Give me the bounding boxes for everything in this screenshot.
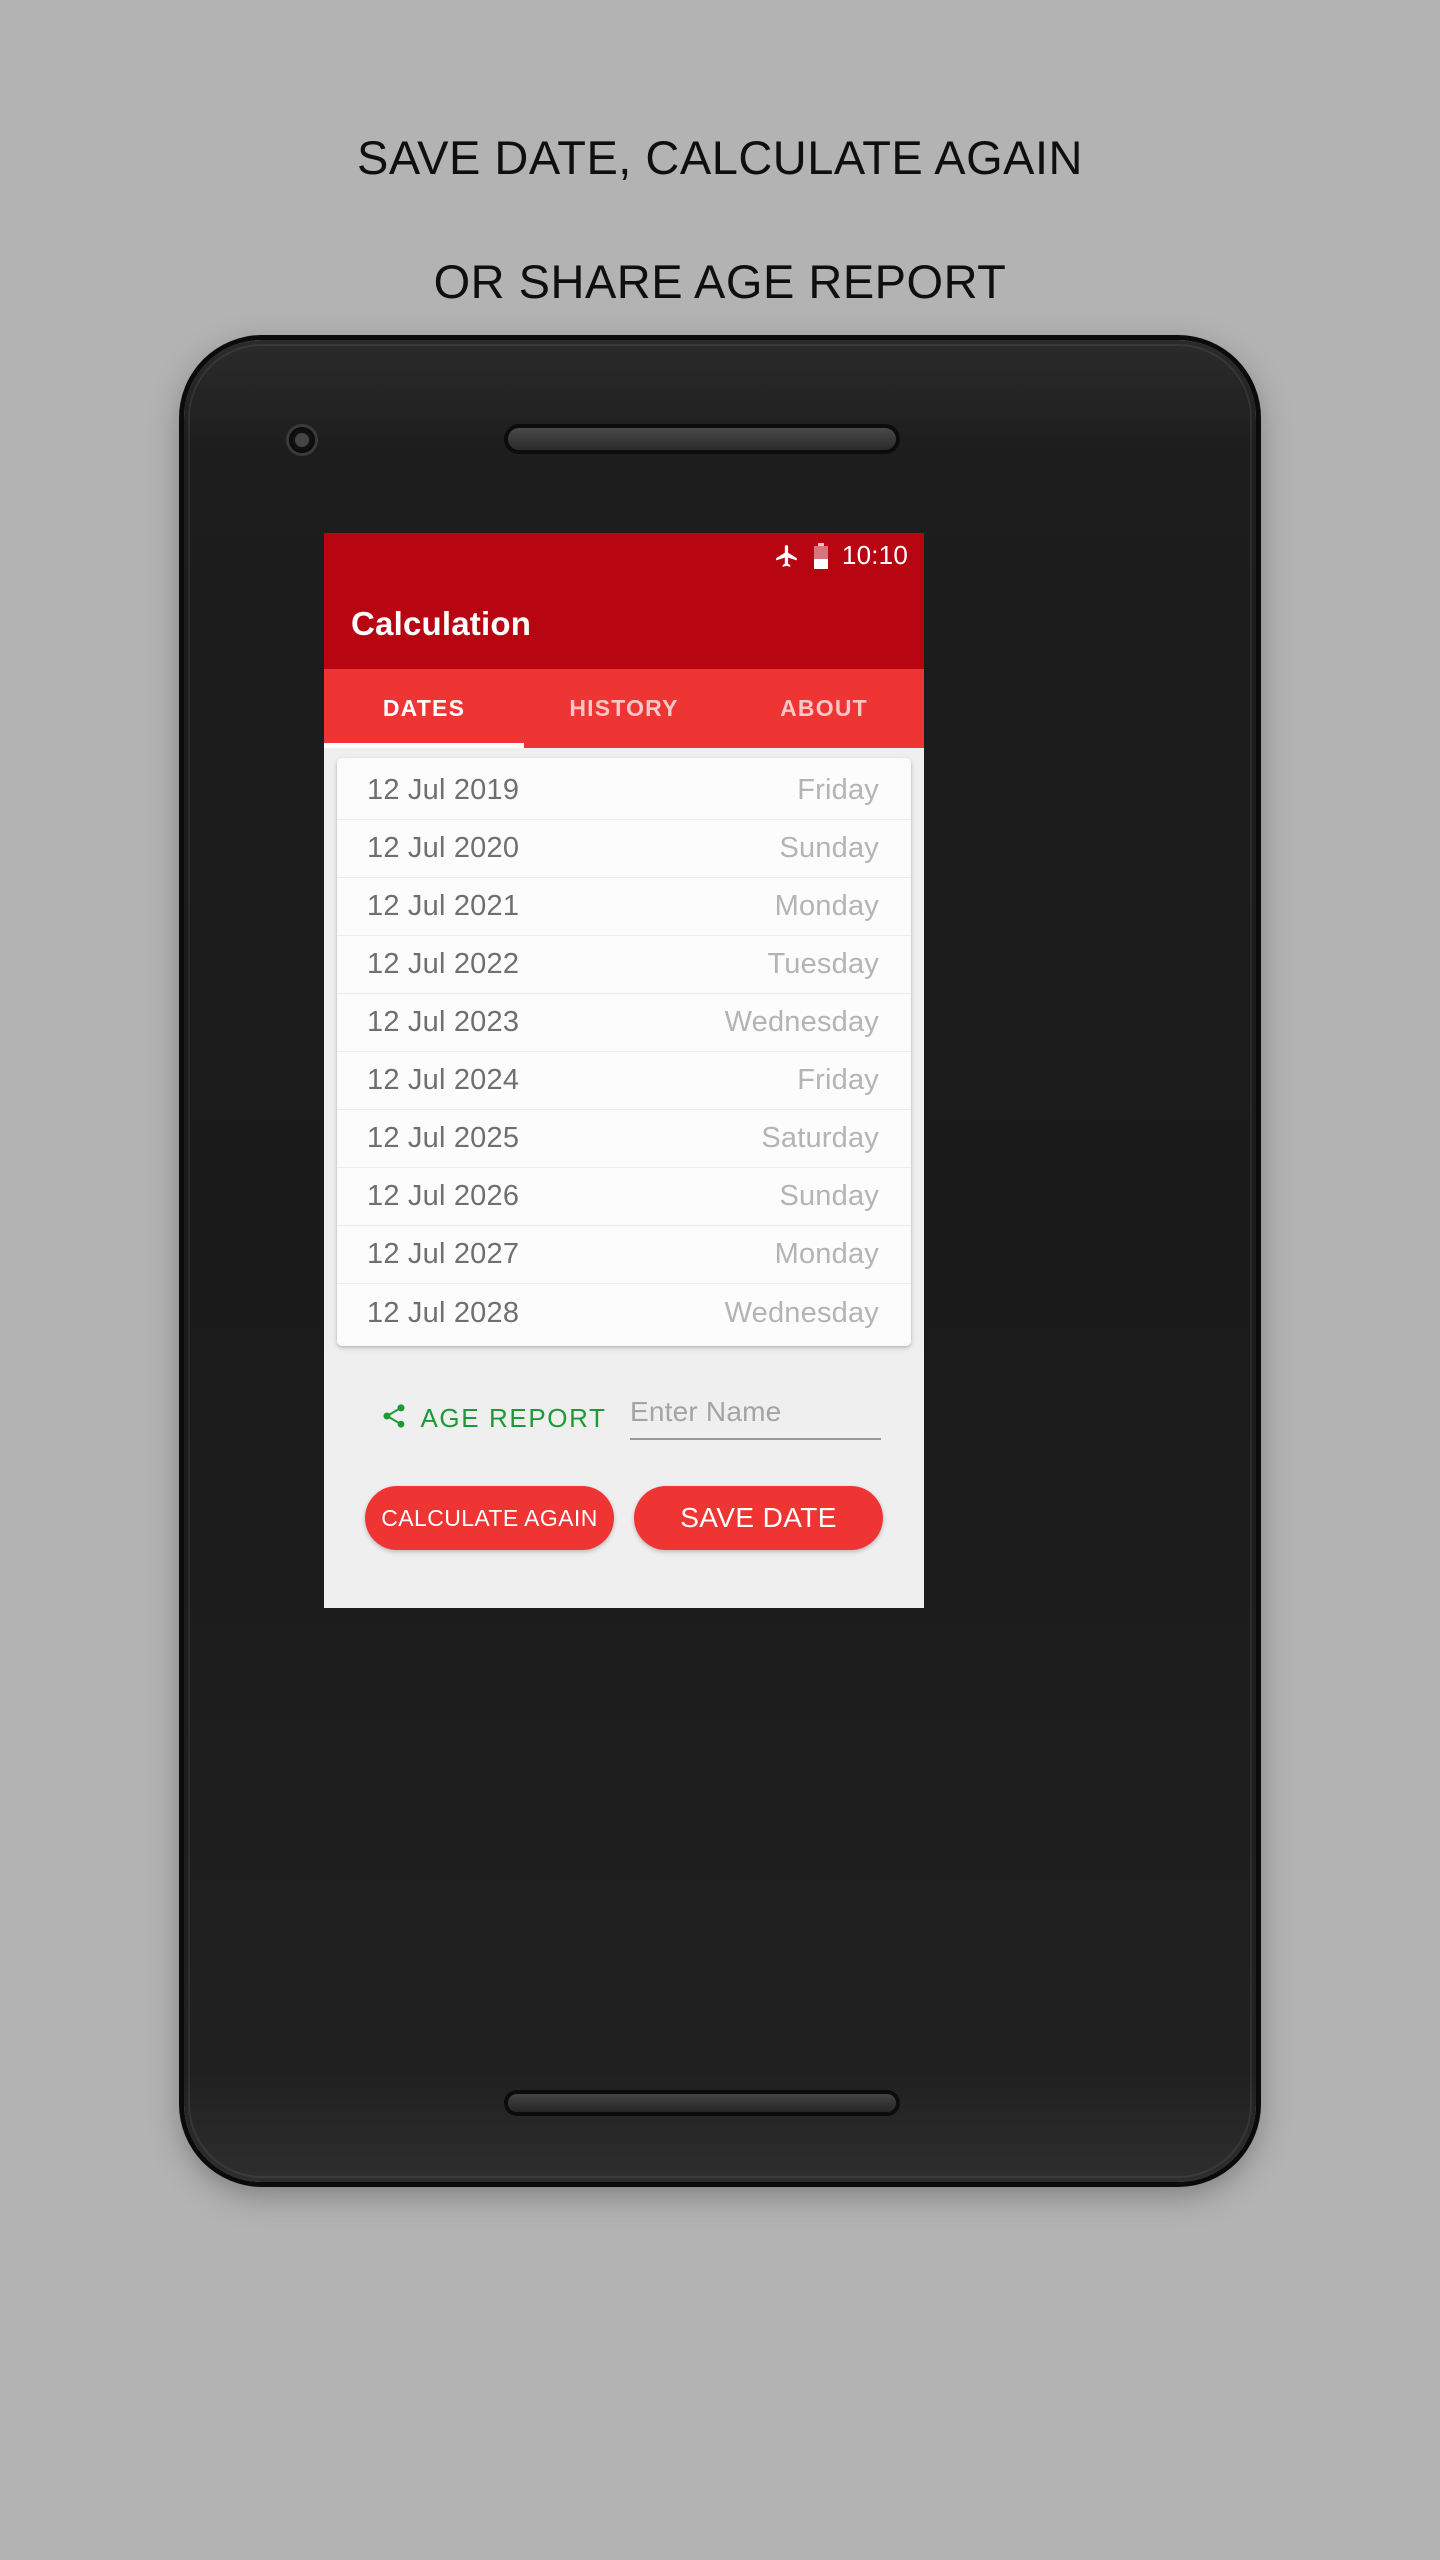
home-button-bar	[508, 2094, 896, 2112]
row-day: Friday	[797, 774, 879, 806]
headline-line-1: SAVE DATE, CALCULATE AGAIN	[356, 131, 1084, 184]
page-title: Calculation	[351, 605, 532, 642]
button-row: CALCULATE AGAIN SAVE DATE	[337, 1454, 911, 1550]
phone-screen: 10:10 Calculation DATES HISTORY ABOUT 12…	[324, 533, 924, 1608]
row-day: Monday	[774, 890, 879, 922]
row-date: 12 Jul 2020	[367, 832, 520, 864]
table-row[interactable]: 12 Jul 2021 Monday	[337, 878, 911, 936]
battery-icon	[813, 543, 829, 569]
row-date: 12 Jul 2025	[367, 1122, 520, 1154]
front-camera-icon	[286, 424, 318, 456]
row-date: 12 Jul 2027	[367, 1238, 520, 1270]
name-field-wrapper	[630, 1396, 881, 1440]
screenshot-root: SAVE DATE, CALCULATE AGAIN OR SHARE AGE …	[0, 0, 1440, 2560]
headline-line-2: OR SHARE AGE REPORT	[433, 255, 1007, 308]
table-row[interactable]: 12 Jul 2026 Sunday	[337, 1168, 911, 1226]
age-report-label: AGE REPORT	[420, 1402, 607, 1433]
save-date-button[interactable]: SAVE DATE	[634, 1486, 883, 1550]
name-input[interactable]	[630, 1396, 881, 1428]
tab-about[interactable]: ABOUT	[724, 669, 924, 748]
tab-bar: DATES HISTORY ABOUT	[324, 669, 924, 748]
table-row[interactable]: 12 Jul 2025 Saturday	[337, 1110, 911, 1168]
table-row[interactable]: 12 Jul 2023 Wednesday	[337, 994, 911, 1052]
row-day: Monday	[774, 1238, 879, 1270]
table-row[interactable]: 12 Jul 2028 Wednesday	[337, 1284, 911, 1342]
table-row[interactable]: 12 Jul 2019 Friday	[337, 762, 911, 820]
row-date: 12 Jul 2021	[367, 890, 520, 922]
status-bar-clock: 10:10	[841, 540, 908, 570]
date-list-card: 12 Jul 2019 Friday 12 Jul 2020 Sunday 12…	[337, 758, 911, 1346]
row-date: 12 Jul 2026	[367, 1180, 520, 1212]
row-day: Sunday	[779, 1180, 879, 1212]
row-date: 12 Jul 2019	[367, 774, 520, 806]
row-day: Wednesday	[724, 1296, 879, 1329]
row-day: Friday	[797, 1064, 879, 1096]
earpiece-speaker	[508, 428, 896, 450]
airplane-icon	[774, 543, 800, 569]
phone-mockup: 10:10 Calculation DATES HISTORY ABOUT 12…	[184, 340, 1256, 2182]
share-icon	[380, 1402, 408, 1435]
table-row[interactable]: 12 Jul 2022 Tuesday	[337, 936, 911, 994]
status-bar: 10:10	[324, 533, 924, 579]
row-date: 12 Jul 2022	[367, 948, 520, 980]
calculate-again-button[interactable]: CALCULATE AGAIN	[365, 1486, 614, 1550]
tab-content-dates: 12 Jul 2019 Friday 12 Jul 2020 Sunday 12…	[324, 748, 924, 1608]
table-row[interactable]: 12 Jul 2027 Monday	[337, 1226, 911, 1284]
tab-dates[interactable]: DATES	[324, 669, 524, 748]
row-date: 12 Jul 2028	[367, 1296, 520, 1329]
row-date: 12 Jul 2023	[367, 1006, 520, 1038]
row-day: Saturday	[761, 1122, 879, 1154]
action-row: AGE REPORT	[337, 1346, 911, 1454]
table-row[interactable]: 12 Jul 2020 Sunday	[337, 820, 911, 878]
age-report-share-button[interactable]: AGE REPORT	[363, 1402, 624, 1435]
tab-history[interactable]: HISTORY	[524, 669, 724, 748]
row-day: Tuesday	[767, 948, 879, 980]
app-bar: Calculation	[324, 579, 924, 669]
table-row[interactable]: 12 Jul 2024 Friday	[337, 1052, 911, 1110]
promo-headline: SAVE DATE, CALCULATE AGAIN OR SHARE AGE …	[0, 96, 1440, 344]
row-date: 12 Jul 2024	[367, 1064, 520, 1096]
row-day: Wednesday	[724, 1006, 879, 1038]
row-day: Sunday	[779, 832, 879, 864]
